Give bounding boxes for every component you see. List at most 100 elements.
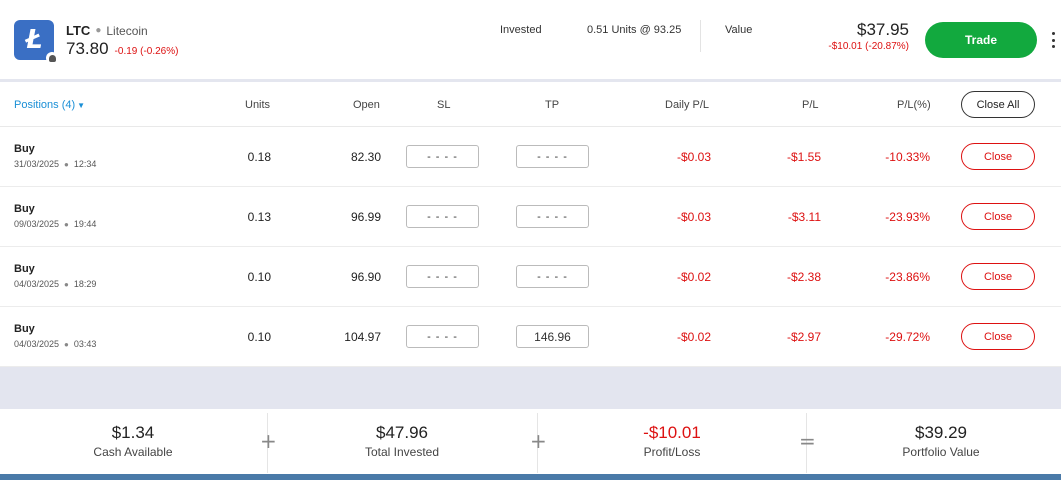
total-invested-amount: $47.96 [376, 423, 428, 442]
position-row: Buy 04/03/2025 ● 18:29 0.10 96.90 - - - - … [0, 247, 1061, 307]
position-datetime: 04/03/2025 ● 18:29 [14, 279, 96, 289]
col-sl: SL [437, 99, 451, 111]
equals-operator: = [799, 429, 816, 453]
take-profit-field[interactable]: - - - - [516, 145, 589, 168]
position-date: 09/03/2025 [14, 219, 60, 229]
close-position-button[interactable]: Close [961, 203, 1035, 230]
position-direction: Buy [14, 143, 35, 155]
separator-dot: ● [95, 25, 102, 36]
position-daily-pl: -$0.02 [676, 330, 711, 344]
position-pl-pct: -10.33% [885, 150, 930, 164]
position-row: Buy 09/03/2025 ● 19:44 0.13 96.99 - - - - … [0, 187, 1061, 247]
position-units: 0.10 [247, 270, 271, 284]
total-invested-stat: $47.96 Total Invested [302, 423, 502, 459]
litecoin-logo-icon[interactable]: Ł [14, 20, 58, 64]
position-time: 03:43 [73, 339, 97, 349]
invested-value: 0.51 Units @ 93.25 [587, 24, 682, 36]
separator-dot: ● [64, 159, 69, 169]
position-datetime: 09/03/2025 ● 19:44 [14, 219, 96, 229]
total-invested-label: Total Invested [364, 445, 440, 459]
instrument-header: Ł LTC ● Litecoin 73.80 -0.19 (-0.26%) In… [0, 0, 1061, 80]
take-profit-field[interactable]: 146.96 [516, 325, 589, 348]
value-amount: $37.95 [857, 20, 909, 39]
col-pl: P/L [802, 99, 819, 111]
position-time: 19:44 [73, 219, 97, 229]
position-row: Buy 31/03/2025 ● 12:34 0.18 82.30 - - - - … [0, 127, 1061, 187]
header-divider [700, 20, 701, 52]
position-date: 04/03/2025 [14, 339, 60, 349]
position-daily-pl: -$0.02 [676, 270, 711, 284]
position-date: 31/03/2025 [14, 159, 60, 169]
profit-loss-stat: -$10.01 Profit/Loss [572, 423, 772, 459]
bottom-bar [0, 474, 1061, 480]
value-label: Value [725, 24, 753, 36]
position-datetime: 04/03/2025 ● 03:43 [14, 339, 96, 349]
cash-available-label: Cash Available [93, 445, 173, 459]
position-pl: -$1.55 [786, 150, 821, 164]
position-direction: Buy [14, 203, 35, 215]
position-units: 0.18 [247, 150, 271, 164]
close-position-button[interactable]: Close [961, 143, 1035, 170]
position-units: 0.10 [247, 330, 271, 344]
instrument-symbol: LTC [66, 23, 91, 38]
value-change: -$10.01 (-20.87%) [828, 41, 909, 52]
col-units: Units [245, 99, 271, 111]
close-all-button[interactable]: Close All [961, 91, 1035, 118]
position-direction: Buy [14, 323, 35, 335]
position-open: 96.99 [350, 210, 381, 224]
position-pl-pct: -23.86% [885, 270, 930, 284]
position-row: Buy 04/03/2025 ● 03:43 0.10 104.97 - - - -… [0, 307, 1061, 367]
instrument-price: 73.80 [66, 39, 109, 58]
position-open: 82.30 [350, 150, 381, 164]
position-direction: Buy [14, 263, 35, 275]
position-open: 96.90 [350, 270, 381, 284]
profit-loss-label: Profit/Loss [643, 445, 701, 459]
cash-available-amount: $1.34 [111, 423, 155, 442]
cash-available-stat: $1.34 Cash Available [33, 423, 233, 459]
instrument-title: LTC ● Litecoin [66, 23, 148, 38]
litecoin-l-glyph: Ł [25, 25, 43, 55]
profit-loss-amount: -$10.01 [643, 423, 701, 442]
position-pl: -$3.11 [787, 210, 821, 224]
instrument-name: Litecoin [106, 23, 148, 38]
portfolio-value-label: Portfolio Value [902, 445, 980, 459]
position-pl: -$2.97 [786, 330, 821, 344]
separator-dot: ● [64, 339, 69, 349]
stop-loss-field[interactable]: - - - - [406, 145, 479, 168]
take-profit-field[interactable]: - - - - [516, 205, 589, 228]
separator-dot: ● [64, 279, 69, 289]
trade-button[interactable]: Trade [925, 22, 1037, 58]
instrument-price-row: 73.80 -0.19 (-0.26%) [66, 39, 178, 59]
positions-table-header: Positions (4) ▼ Units Open SL TP Daily P/… [0, 82, 1061, 127]
stop-loss-field[interactable]: - - - - [406, 205, 479, 228]
position-units: 0.13 [247, 210, 271, 224]
positions-label: Positions (4) [14, 99, 76, 111]
position-datetime: 31/03/2025 ● 12:34 [14, 159, 96, 169]
col-daily-pl: Daily P/L [665, 99, 710, 111]
separator-dot: ● [64, 219, 69, 229]
plus-operator: + [260, 429, 277, 453]
instrument-price-change: -0.19 (-0.26%) [114, 46, 179, 57]
position-pl-pct: -23.93% [885, 210, 930, 224]
position-time: 12:34 [73, 159, 97, 169]
bell-icon[interactable] [46, 52, 58, 64]
col-tp: TP [545, 99, 560, 111]
table-spacer [0, 367, 1061, 409]
portfolio-value-amount: $39.29 [915, 423, 967, 442]
position-daily-pl: -$0.03 [676, 210, 711, 224]
close-position-button[interactable]: Close [961, 263, 1035, 290]
position-pl: -$2.38 [786, 270, 821, 284]
more-options-icon[interactable] [1050, 32, 1056, 48]
take-profit-field[interactable]: - - - - [516, 265, 589, 288]
stop-loss-field[interactable]: - - - - [406, 265, 479, 288]
portfolio-summary: $1.34 Cash Available + $47.96 Total Inve… [0, 409, 1061, 474]
stop-loss-field[interactable]: - - - - [406, 325, 479, 348]
portfolio-value-stat: $39.29 Portfolio Value [841, 423, 1041, 459]
position-daily-pl: -$0.03 [676, 150, 711, 164]
caret-down-icon: ▼ [77, 101, 86, 110]
col-open: Open [353, 99, 380, 111]
plus-operator: + [530, 429, 547, 453]
close-position-button[interactable]: Close [961, 323, 1035, 350]
positions-dropdown[interactable]: Positions (4) ▼ [14, 99, 85, 111]
position-pl-pct: -29.72% [885, 330, 930, 344]
